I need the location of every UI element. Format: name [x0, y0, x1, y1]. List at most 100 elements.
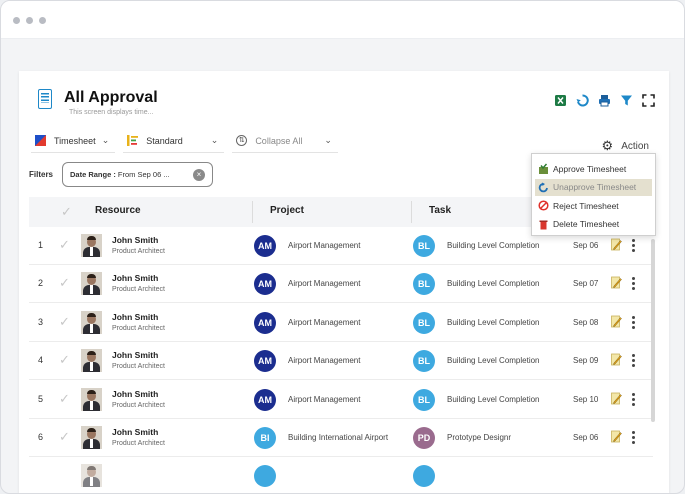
- chevron-down-icon: ⌄: [101, 135, 110, 145]
- menu-item-unapprove[interactable]: Unapprove Timesheet: [535, 178, 652, 196]
- window-dot-1[interactable]: [13, 17, 20, 24]
- delete-icon: [539, 220, 548, 229]
- chip-value: From Sep 06 ...: [115, 170, 170, 179]
- menu-item-approve[interactable]: Approve Timesheet: [535, 160, 652, 177]
- more-options-icon[interactable]: [632, 354, 635, 368]
- column-header-project[interactable]: Project: [270, 205, 304, 216]
- resource-name[interactable]: John Smith: [112, 273, 158, 283]
- resource-role: Product Architect: [112, 286, 165, 294]
- avatar: [81, 464, 102, 488]
- row-check-icon[interactable]: ✓: [59, 352, 70, 368]
- edit-icon[interactable]: [611, 392, 622, 405]
- project-name: Airport Management: [288, 241, 361, 250]
- menu-item-label: Unapprove Timesheet: [553, 182, 637, 192]
- table-row[interactable]: 6 ✓ John Smith Product Architect BI Building …: [29, 419, 653, 457]
- entry-date: Sep 06: [573, 433, 599, 442]
- timesheet-select-value: Timesheet: [54, 135, 96, 146]
- project-name: Airport Management: [288, 356, 361, 366]
- toolbar-icons: [554, 94, 655, 107]
- resource-name[interactable]: John Smith: [112, 389, 158, 399]
- table-row[interactable]: 5 ✓ John Smith Product Architect AM Airport M…: [29, 381, 653, 419]
- collapse-icon: ⇅: [236, 135, 248, 146]
- row-check-icon[interactable]: ✓: [59, 275, 70, 291]
- page-subtitle: This screen displays time...: [69, 109, 154, 116]
- collapse-all-select[interactable]: ⇅ Collapse All ⌄: [232, 129, 338, 153]
- more-options-icon[interactable]: [632, 392, 635, 406]
- app-window: All Approval This screen displays time..…: [0, 0, 685, 494]
- task-badge: BL: [413, 235, 435, 257]
- column-header-task[interactable]: Task: [429, 205, 451, 216]
- resource-name[interactable]: John Smith: [112, 427, 158, 437]
- table-row[interactable]: 2 ✓ John Smith Product Architect AM Airport M…: [29, 265, 653, 304]
- column-header-resource[interactable]: Resource: [95, 205, 141, 216]
- action-button[interactable]: ⚙ Action: [602, 138, 649, 154]
- title-bar: [1, 1, 684, 39]
- project-name: Building International Airport: [288, 433, 389, 442]
- more-options-icon[interactable]: [632, 431, 635, 444]
- window-dot-2[interactable]: [26, 17, 33, 24]
- menu-item-reject[interactable]: Reject Timesheet: [535, 197, 652, 214]
- date-range-chip[interactable]: Date Range : From Sep 06 ... ×: [62, 162, 213, 187]
- row-number: 6: [38, 432, 44, 442]
- excel-icon[interactable]: [554, 94, 567, 107]
- chevron-down-icon: ⌄: [210, 135, 219, 145]
- standard-select[interactable]: Standard ⌄: [123, 129, 225, 153]
- reject-icon: [538, 200, 549, 211]
- print-icon[interactable]: [598, 94, 611, 107]
- edit-icon[interactable]: [611, 276, 622, 289]
- edit-icon[interactable]: [611, 238, 622, 251]
- resource-name[interactable]: John Smith: [112, 235, 158, 245]
- row-number: 5: [38, 393, 44, 404]
- task-name: Building Level Completion: [447, 394, 540, 404]
- select-all-check-icon[interactable]: ✓: [61, 204, 72, 220]
- more-options-icon[interactable]: [632, 315, 635, 329]
- menu-item-label: Reject Timesheet: [553, 200, 619, 211]
- fullscreen-icon[interactable]: [642, 94, 655, 107]
- refresh-icon[interactable]: [576, 94, 589, 107]
- edit-icon[interactable]: [611, 315, 622, 328]
- menu-item-delete[interactable]: Delete Timesheet: [535, 216, 652, 233]
- row-number: 4: [38, 355, 44, 366]
- row-number: 1: [38, 240, 44, 250]
- project-name: Airport Management: [288, 394, 361, 404]
- more-options-icon[interactable]: [632, 277, 635, 291]
- row-check-icon[interactable]: ✓: [59, 391, 70, 407]
- row-check-icon[interactable]: ✓: [59, 314, 70, 330]
- entry-date: Sep 07: [573, 279, 599, 289]
- filter-icon[interactable]: [620, 94, 633, 107]
- close-icon[interactable]: ×: [193, 169, 205, 181]
- standard-select-value: Standard: [146, 135, 183, 146]
- project-name: Airport Management: [288, 279, 361, 289]
- resource-role: Product Architect: [112, 324, 165, 332]
- avatar: [81, 234, 102, 257]
- entry-date: Sep 10: [573, 394, 599, 404]
- window-dot-3[interactable]: [39, 17, 46, 24]
- task-name: Building Level Completion: [447, 279, 540, 289]
- more-options-icon[interactable]: [632, 239, 635, 252]
- task-name: Building Level Completion: [447, 241, 540, 250]
- collapse-all-label: Collapse All: [255, 135, 303, 146]
- table-row[interactable]: 4 ✓ John Smith Product Architect AM Airport M…: [29, 342, 653, 381]
- resource-name[interactable]: John Smith: [112, 350, 158, 360]
- task-name: Prototype Designr: [447, 433, 512, 442]
- resource-name[interactable]: John Smith: [112, 312, 158, 322]
- table-row[interactable]: ✓: [29, 457, 653, 493]
- edit-icon[interactable]: [611, 353, 622, 366]
- row-check-icon[interactable]: ✓: [59, 237, 70, 253]
- document-list-icon: [38, 89, 52, 109]
- edit-icon[interactable]: [611, 430, 622, 443]
- row-number: 2: [38, 278, 44, 289]
- avatar: [81, 349, 102, 373]
- approve-icon: [539, 163, 548, 174]
- entry-date: Sep 09: [573, 356, 599, 366]
- entry-date: Sep 06: [573, 241, 599, 250]
- scrollbar[interactable]: [651, 239, 655, 422]
- task-badge: [413, 465, 435, 488]
- task-badge: BL: [413, 388, 435, 411]
- filters-label: Filters: [29, 170, 54, 179]
- timesheet-select[interactable]: Timesheet ⌄: [31, 129, 116, 153]
- timesheet-icon: [35, 135, 46, 146]
- row-check-icon[interactable]: ✓: [59, 429, 70, 445]
- table-row[interactable]: 3 ✓ John Smith Product Architect AM Airport M…: [29, 304, 653, 342]
- chip-key: Date Range :: [70, 170, 116, 179]
